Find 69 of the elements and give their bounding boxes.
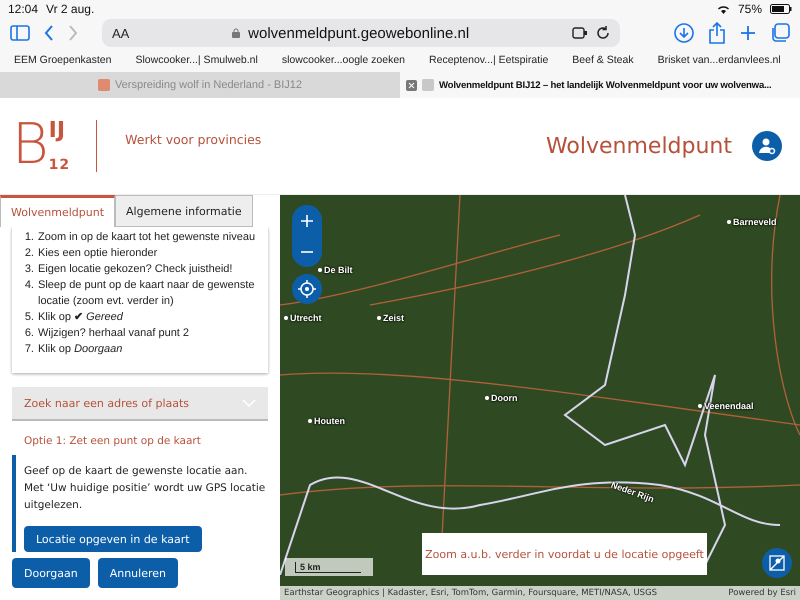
user-gear-icon	[758, 137, 776, 155]
browser-tab[interactable]: Wolvenmeldpunt BIJ12 – het landelijk Wolvenmeldpunt voor uw wolvenwa...	[400, 72, 800, 98]
step-number: 1.	[24, 230, 34, 245]
panel-tab[interactable]: Algemene informatie	[115, 195, 253, 227]
step-number: 2.	[24, 246, 34, 261]
battery-percent: 75%	[738, 2, 762, 16]
bookmark-link[interactable]: slowcooker...oogle zoeken	[282, 54, 406, 66]
action-button[interactable]: Doorgaan	[12, 558, 90, 588]
extension-icon[interactable]	[572, 26, 588, 40]
address-search-accordion[interactable]: Zoek naar een adres of plaats	[12, 387, 268, 421]
map-pin-icon	[769, 555, 785, 571]
instruction-step: Sleep de punt op de kaart naar de gewenste locatie (zoom evt. verder in)	[38, 277, 260, 309]
plus-icon[interactable]	[740, 25, 756, 41]
map-place-label: De Bilt	[318, 265, 353, 275]
url-text: wolvenmeldpunt.geowebonline.nl	[248, 24, 470, 42]
panel-tab[interactable]: Wolvenmeldpunt	[0, 195, 116, 227]
option-description: Geef op de kaart de gewenste locatie aan. Met ‘Uw huidige positie’ wordt uw GPS locatie uitgelezen.	[24, 464, 266, 513]
bookmark-link[interactable]: Brisket van...erdanvlees.nl	[658, 54, 781, 66]
tabs-icon[interactable]	[770, 23, 790, 43]
clock-time: 12:04	[8, 2, 38, 16]
user-settings-button[interactable]	[752, 131, 782, 161]
step-number: 4.	[24, 278, 34, 293]
bookmark-link[interactable]: EEM Groepenkasten	[14, 54, 112, 66]
wifi-icon	[716, 4, 730, 14]
instruction-step: Zoom in op de kaart tot het gewenste niveau	[38, 229, 256, 245]
step-number: 3.	[24, 262, 34, 277]
crosshair-icon	[298, 280, 316, 298]
map-place-label: Doorn	[485, 393, 518, 403]
instruction-step: Wijzigen? herhaal vanaf punt 2	[38, 325, 190, 341]
bookmark-link[interactable]: Receptenov...| Eetspiratie	[429, 54, 548, 66]
map-place-label: Utrecht	[284, 313, 322, 323]
address-bar[interactable]: AA wolvenmeldpunt.geowebonline.nl	[102, 19, 620, 47]
step-number: 6.	[24, 326, 34, 341]
map-place-label: Zeist	[377, 313, 404, 323]
instruction-step: Klik op ✔ Gereed	[38, 309, 123, 325]
site-title: Wolvenmeldpunt	[546, 134, 732, 158]
bookmark-link[interactable]: Beef & Steak	[572, 54, 634, 66]
close-icon[interactable]	[406, 80, 417, 90]
plus-icon	[301, 214, 313, 226]
zoom-message: Zoom a.u.b. verder in voordat u de locatie opgeeft	[422, 533, 707, 575]
instruction-step: Eigen locatie gekozen? Check juistheid!	[38, 261, 232, 277]
option-title: Optie 1: Zet een punt op de kaart	[23, 435, 202, 447]
instruction-step: Kies een optie hieronder	[38, 245, 158, 261]
favicon-icon	[98, 79, 110, 91]
share-icon[interactable]	[708, 22, 726, 44]
back-icon[interactable]	[44, 25, 54, 41]
favicon-icon	[422, 79, 434, 91]
locate-button[interactable]	[292, 274, 322, 304]
bookmark-link[interactable]: Slowcooker...| Smulweb.nl	[135, 54, 258, 66]
action-button[interactable]: Annuleren	[98, 558, 178, 588]
map-pin-button[interactable]	[762, 548, 792, 578]
map-attribution: Earthstar Geographics | Kadaster, Esri, TomTom, Garmin, Foursquare, METI/NASA, USGS	[284, 588, 658, 598]
esri-link[interactable]: Esri	[780, 588, 796, 598]
reload-icon[interactable]	[596, 26, 610, 40]
battery-icon	[770, 4, 792, 14]
tagline-text: Werkt voor provincies	[125, 132, 262, 147]
sidebar-icon[interactable]	[10, 25, 30, 41]
scale-bar: 5 km	[285, 558, 373, 576]
instruction-step: Klik op Doorgaan	[38, 341, 122, 357]
step-number: 7.	[24, 342, 34, 357]
download-icon[interactable]	[674, 23, 694, 43]
map-place-label: Houten	[308, 416, 345, 426]
powered-by-text: Powered by Esri	[728, 588, 796, 598]
lock-icon	[232, 28, 240, 38]
date-text: Vr 2 aug.	[46, 2, 94, 16]
text-size-button[interactable]: AA	[112, 26, 130, 40]
river-label: Neder Rijn	[610, 480, 656, 504]
step-number: 5.	[24, 310, 34, 325]
set-location-button[interactable]: Locatie opgeven in de kaart	[24, 526, 202, 552]
